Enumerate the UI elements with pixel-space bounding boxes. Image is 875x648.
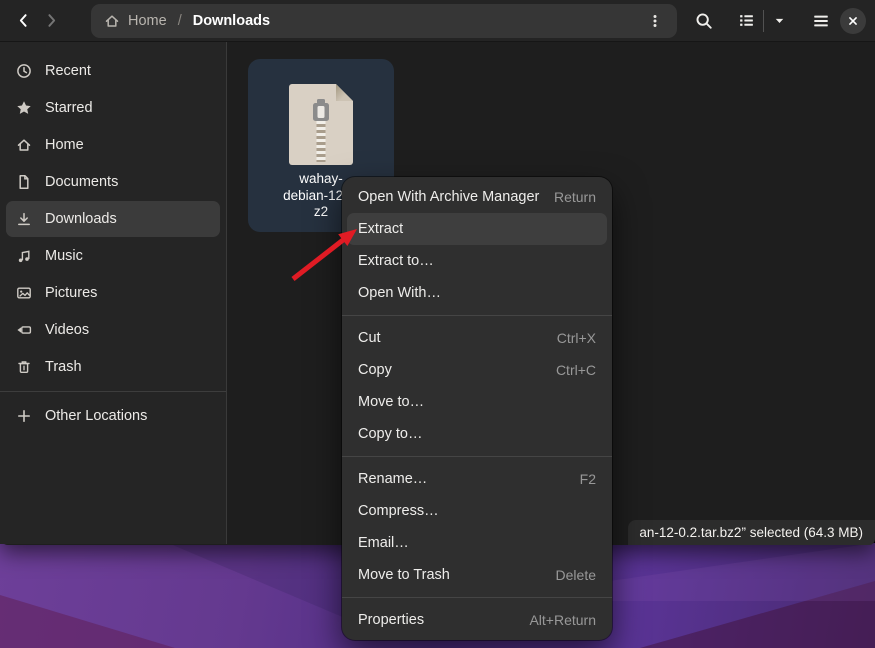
menu-item-shortcut: Ctrl+C [556,362,596,378]
clock-icon [16,63,32,79]
home-icon [16,137,32,153]
desktop: Home / Downloads [0,0,875,648]
breadcrumb-current[interactable]: Downloads [193,13,270,29]
home-icon [104,13,120,29]
sidebar-item-label: Downloads [45,211,117,227]
search-button[interactable] [689,6,719,36]
menu-item-compress[interactable]: Compress… [347,495,607,527]
menu-item-open-with-archive-manager[interactable]: Open With Archive Manager Return [347,181,607,213]
menu-item-shortcut: Delete [556,567,596,583]
plus-icon [16,408,32,424]
menu-item-shortcut: Return [554,189,596,205]
menu-item-copy-to[interactable]: Copy to… [347,418,607,450]
menu-item-label: Move to Trash [358,567,450,583]
menu-item-label: Extract [358,221,403,237]
menu-item-label: Compress… [358,503,439,519]
sidebar-item-home[interactable]: Home [6,127,220,163]
sidebar-item-other-locations[interactable]: Other Locations [6,398,220,434]
chevron-right-icon [43,12,60,29]
menu-item-open-with[interactable]: Open With… [347,277,607,309]
kebab-menu-icon [647,13,663,29]
sidebar-item-label: Trash [45,359,82,375]
sidebar-item-label: Music [45,248,83,264]
wallpaper-shape [0,595,175,648]
menu-item-rename[interactable]: Rename… F2 [347,463,607,495]
sidebar-item-label: Videos [45,322,89,338]
music-icon [16,248,32,264]
chevron-left-icon [15,12,32,29]
sidebar: Recent Starred Home Documents Downloads [0,42,227,544]
menu-item-label: Properties [358,612,424,628]
breadcrumb-root[interactable]: Home [128,13,167,29]
view-toggle-button[interactable] [732,6,793,36]
sidebar-item-label: Starred [45,100,93,116]
context-menu: Open With Archive Manager Return Extract… [342,177,612,640]
menu-item-extract-to[interactable]: Extract to… [347,245,607,277]
sidebar-item-label: Home [45,137,84,153]
video-icon [16,322,32,338]
menu-separator [342,456,612,457]
selection-status: an-12-0.2.tar.bz2” selected (64.3 MB) [639,525,863,540]
sidebar-item-downloads[interactable]: Downloads [6,201,220,237]
status-bar: an-12-0.2.tar.bz2” selected (64.3 MB) [628,520,875,545]
path-menu-button[interactable] [643,7,667,35]
sidebar-item-trash[interactable]: Trash [6,349,220,385]
menu-item-shortcut: F2 [580,471,596,487]
divider [763,10,764,32]
menu-item-label: Move to… [358,394,424,410]
trash-icon [16,359,32,375]
chevron-down-icon[interactable] [772,13,787,28]
sidebar-item-recent[interactable]: Recent [6,53,220,89]
sidebar-item-documents[interactable]: Documents [6,164,220,200]
zipper-teeth [317,121,326,162]
primary-menu-button[interactable] [806,6,836,36]
sidebar-divider [0,391,226,392]
sidebar-item-label: Recent [45,63,91,79]
sidebar-item-label: Other Locations [45,408,147,424]
header-bar: Home / Downloads [0,0,875,42]
menu-item-extract[interactable]: Extract [347,213,607,245]
star-icon [16,100,32,116]
sidebar-item-videos[interactable]: Videos [6,312,220,348]
sidebar-item-pictures[interactable]: Pictures [6,275,220,311]
back-button[interactable] [9,7,37,35]
menu-item-label: Rename… [358,471,427,487]
download-icon [16,211,32,227]
menu-item-move-to-trash[interactable]: Move to Trash Delete [347,559,607,591]
menu-item-cut[interactable]: Cut Ctrl+X [347,322,607,354]
page-fold [336,84,353,101]
menu-item-label: Email… [358,535,409,551]
close-button[interactable] [840,8,866,34]
breadcrumb-separator: / [178,13,182,29]
picture-icon [16,285,32,301]
close-icon [846,14,860,28]
menu-item-properties[interactable]: Properties Alt+Return [347,604,607,636]
menu-item-label: Open With Archive Manager [358,189,539,205]
menu-item-label: Cut [358,330,381,346]
forward-button[interactable] [37,7,65,35]
sidebar-item-music[interactable]: Music [6,238,220,274]
menu-item-move-to[interactable]: Move to… [347,386,607,418]
hamburger-icon [812,12,830,30]
menu-separator [342,597,612,598]
menu-item-label: Copy to… [358,426,422,442]
menu-item-label: Open With… [358,285,441,301]
breadcrumb[interactable]: Home / Downloads [91,4,677,38]
menu-separator [342,315,612,316]
menu-item-shortcut: Alt+Return [529,612,596,628]
list-view-icon [738,12,755,29]
menu-item-label: Copy [358,362,392,378]
menu-item-copy[interactable]: Copy Ctrl+C [347,354,607,386]
search-icon [695,12,713,30]
document-icon [16,174,32,190]
sidebar-item-label: Pictures [45,285,97,301]
menu-item-shortcut: Ctrl+X [557,330,596,346]
menu-item-email[interactable]: Email… [347,527,607,559]
sidebar-item-label: Documents [45,174,118,190]
menu-item-label: Extract to… [358,253,434,269]
zipper-slider [313,103,329,121]
sidebar-item-starred[interactable]: Starred [6,90,220,126]
archive-file-icon [289,84,353,165]
